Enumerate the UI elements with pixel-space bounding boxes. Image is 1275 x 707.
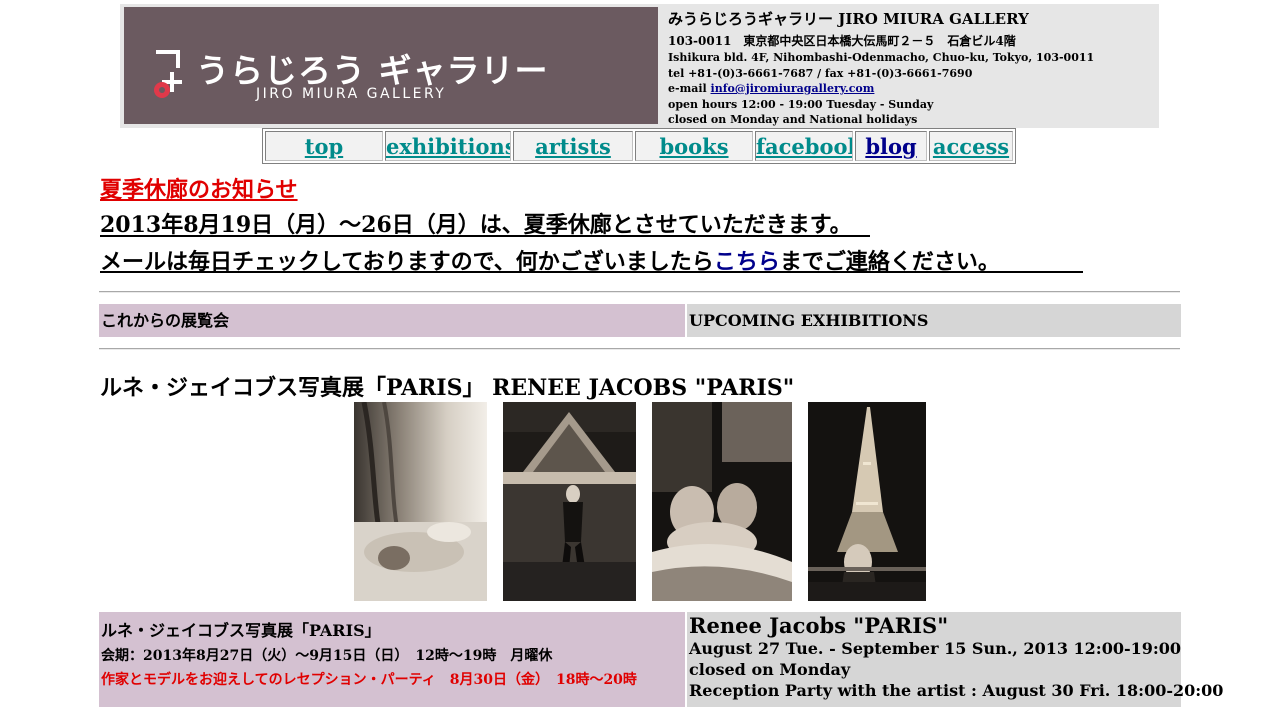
exhibition-dates-en: August 27 Tue. - September 15 Sun., 2013… <box>689 639 1182 658</box>
exhibition-photo-eiffel[interactable] <box>808 402 926 601</box>
exhibition-dates-jp: 会期：2013年8月27日（火）～9月15日（日） 12時～19時 月曜休 <box>101 648 553 664</box>
upcoming-heading-jp: これからの展覧会 <box>99 304 685 337</box>
gallery-name: みうらじろうギャラリー JIRO MIURA GALLERY <box>668 10 1029 28</box>
exhibition-title-en: Renee Jacobs "PARIS" <box>689 613 949 638</box>
email-line: e-mail info@jiromiuragallery.com <box>668 81 1153 97</box>
exhibition-details-en: Renee Jacobs "PARIS" August 27 Tue. - Se… <box>687 612 1224 707</box>
open-hours: open hours 12:00 - 19:00 Tuesday - Sunda… <box>668 97 934 111</box>
divider <box>99 348 1180 350</box>
upcoming-heading-en: UPCOMING EXHIBITIONS <box>687 304 1181 337</box>
nav-books[interactable]: books <box>635 131 753 161</box>
reception-jp: 作家とモデルをお迎えしてのレセプション・パーティ 8月30日（金） 18時～20… <box>101 672 637 688</box>
exhibition-heading: ルネ・ジェイコブス写真展「PARIS」 RENEE JACOBS "PARIS" <box>100 375 795 401</box>
exhibition-photo-car[interactable] <box>652 402 792 601</box>
address-en: Ishikura bld. 4F, Nihombashi-Odenmacho, … <box>668 51 1095 64</box>
address-jp: 103-0011 東京都中央区日本橋大伝馬町２－５ 石倉ビル4階 <box>668 34 1016 48</box>
exhibition-closed-en: closed on Monday <box>689 660 851 679</box>
phone-fax: tel +81-(0)3-6661-7687 / fax +81-(0)3-66… <box>668 66 973 80</box>
reception-en: Reception Party with the artist : August… <box>689 681 1224 700</box>
logo-mark-icon <box>154 50 182 98</box>
notice-line-2-underline <box>100 271 1083 273</box>
logo-japanese-text: うらじろう ギャラリー <box>196 51 549 90</box>
nav-top[interactable]: top <box>265 131 383 161</box>
exhibition-photo-louvre[interactable] <box>503 402 636 601</box>
notice-title: 夏季休廊のお知らせ <box>100 177 298 203</box>
logo-english-text: JIRO MIURA GALLERY <box>256 86 447 102</box>
nav-access[interactable]: access <box>929 131 1013 161</box>
email-prefix: e-mail <box>668 82 711 95</box>
nav-facebook[interactable]: facebook <box>755 131 853 161</box>
exhibition-title-jp: ルネ・ジェイコブス写真展「PARIS」 <box>101 621 381 640</box>
notice-line-1-underline <box>100 235 870 237</box>
main-nav: top exhibitions artists books facebook b… <box>262 128 1016 164</box>
nav-exhibitions[interactable]: exhibitions <box>385 131 511 161</box>
nav-artists[interactable]: artists <box>513 131 633 161</box>
divider <box>99 291 1180 293</box>
nav-blog[interactable]: blog <box>855 131 927 161</box>
exhibition-details-jp: ルネ・ジェイコブス写真展「PARIS」 会期：2013年8月27日（火）～9月1… <box>99 612 685 707</box>
exhibition-photo-bed[interactable] <box>354 402 487 601</box>
email-link[interactable]: info@jiromiuragallery.com <box>711 82 875 95</box>
gallery-info: みうらじろうギャラリー JIRO MIURA GALLERY 103-0011 … <box>668 8 1153 128</box>
closed-days: closed on Monday and National holidays <box>668 113 918 126</box>
